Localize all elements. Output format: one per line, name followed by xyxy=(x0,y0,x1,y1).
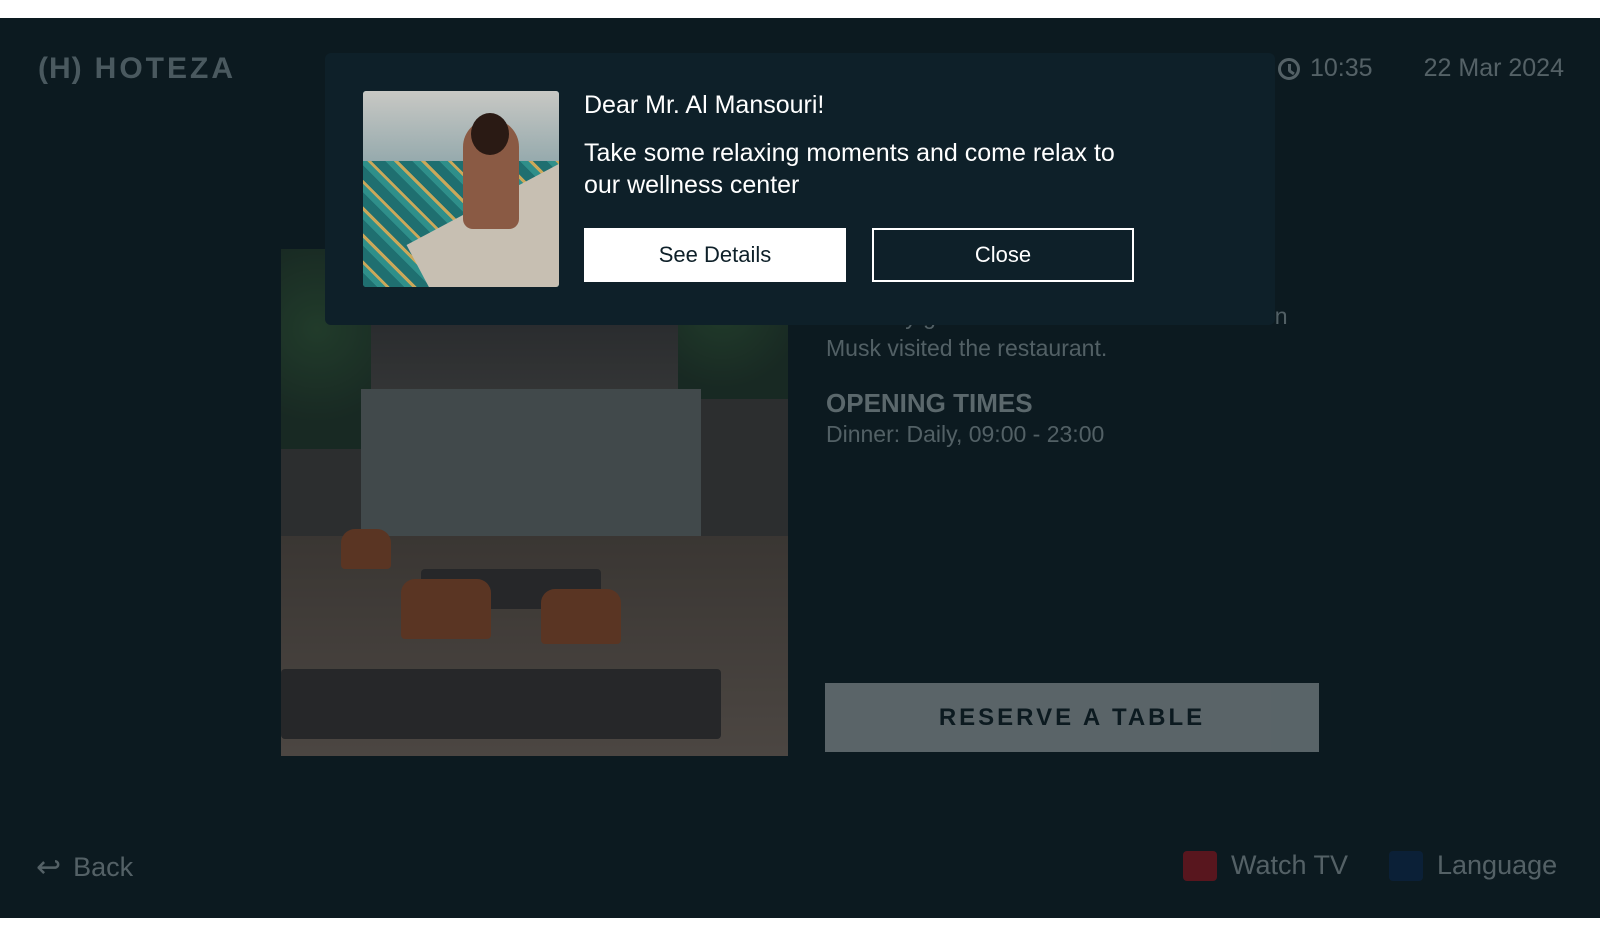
logo-mark: (H) xyxy=(38,52,83,85)
promo-dialog: Dear Mr. Al Mansouri! Take some relaxing… xyxy=(325,53,1275,325)
logo-text: HOTEZA xyxy=(94,52,236,85)
opening-times-value: Dinner: Daily, 09:00 - 23:00 xyxy=(826,421,1105,447)
dialog-title: Dear Mr. Al Mansouri! xyxy=(584,91,825,119)
red-key-icon xyxy=(1183,850,1217,881)
time-label: 10:35 xyxy=(1310,54,1373,82)
dialog-message: Take some relaxing moments and come rela… xyxy=(584,139,1115,199)
watch-tv-hint[interactable]: Watch TV xyxy=(1183,850,1348,881)
language-hint[interactable]: Language xyxy=(1389,850,1557,881)
blue-key-icon xyxy=(1389,850,1423,881)
close-button[interactable]: Close xyxy=(872,228,1134,282)
back-button[interactable]: ↩ Back xyxy=(36,850,133,885)
back-label: Back xyxy=(73,852,134,882)
see-details-button[interactable]: See Details xyxy=(584,228,846,282)
hoteza-logo: (H) HOTEZA xyxy=(38,52,236,86)
clock-icon xyxy=(1278,57,1300,80)
back-arrow-icon: ↩ xyxy=(36,851,62,884)
language-label: Language xyxy=(1437,850,1558,880)
restaurant-photo xyxy=(281,249,788,756)
wellness-photo xyxy=(363,91,559,287)
clock: 10:35 xyxy=(1278,54,1373,83)
date-label: 22 Mar 2024 xyxy=(1423,54,1564,82)
opening-times-heading: OPENING TIMES xyxy=(826,388,1033,418)
reserve-table-button[interactable]: RESERVE A TABLE xyxy=(825,683,1319,752)
tv-screen: (H) HOTEZA 10:35 22 Mar 2024 Celebrity g… xyxy=(0,18,1600,918)
watch-tv-label: Watch TV xyxy=(1231,850,1349,880)
